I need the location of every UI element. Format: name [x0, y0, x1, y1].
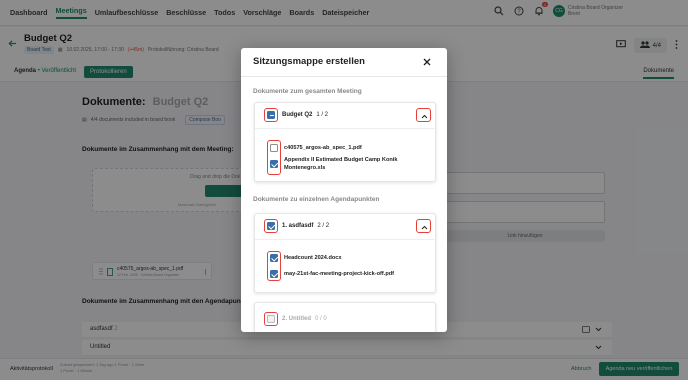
chevron-up-icon[interactable]: [418, 221, 430, 233]
card-header: Budget Q2 1 / 2: [255, 103, 437, 129]
card-title: Budget Q2: [282, 112, 313, 118]
document-checkbox[interactable]: [270, 270, 278, 278]
agenda-documents-card: 2. Untitled 0 / 0: [254, 302, 436, 332]
card-count: 2 / 2: [317, 223, 330, 229]
close-icon[interactable]: [421, 56, 433, 68]
card-header: 2. Untitled 0 / 0: [255, 303, 437, 329]
document-name: c40575_argos-ab_spec_1.pdf: [284, 145, 362, 151]
document-name: may-21st-fac-meeting-project-kick-off.pd…: [284, 271, 395, 277]
group-heading-meeting: Dokumente zum gesamten Meeting: [253, 88, 362, 95]
card-header-label: 2. Untitled 0 / 0: [282, 316, 327, 322]
card-header-label: 1. asdfasdf 2 / 2: [282, 223, 329, 229]
document-checkbox[interactable]: [270, 160, 278, 168]
document-name: Appendix II Estimated Budget Camp Konik …: [284, 157, 398, 171]
dialog-title: Sitzungsmappe erstellen: [253, 56, 365, 67]
card-title: 1. asdfasdf: [282, 223, 314, 229]
select-all-checkbox[interactable]: [267, 222, 275, 230]
card-header: 1. asdfasdf 2 / 2: [255, 214, 437, 240]
group-heading-agenda: Dokumente zu einzelnen Agendapunkten: [253, 196, 380, 203]
document-checkbox[interactable]: [270, 254, 278, 262]
card-count: 0 / 0: [315, 316, 327, 322]
document-name: Headcount 2024.docx: [284, 255, 342, 261]
dialog-body: Dokumente zum gesamten Meeting Budget Q2…: [241, 77, 447, 332]
document-checkbox[interactable]: [270, 144, 278, 152]
create-board-book-dialog: Sitzungsmappe erstellen Dokumente zum ge…: [241, 48, 447, 332]
agenda-documents-card: 1. asdfasdf 2 / 2 Headcount 2024.docx may…: [254, 213, 437, 293]
select-all-checkbox[interactable]: [267, 111, 275, 119]
card-count: 1 / 2: [316, 112, 329, 118]
meeting-documents-card: Budget Q2 1 / 2 c40575_argos-ab_spec_1.pd…: [254, 102, 437, 182]
chevron-up-icon[interactable]: [418, 110, 430, 122]
select-all-checkbox: [267, 315, 275, 323]
card-title: 2. Untitled: [282, 316, 312, 322]
card-header-label: Budget Q2 1 / 2: [282, 112, 328, 118]
